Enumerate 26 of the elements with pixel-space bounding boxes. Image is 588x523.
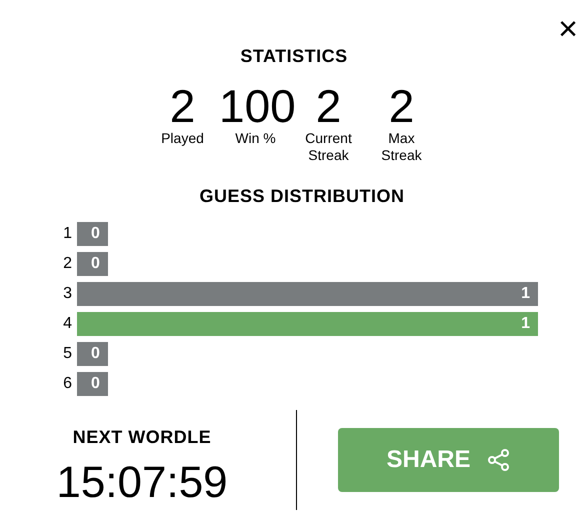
- distribution-bar: 0: [77, 252, 108, 276]
- stat-value: 100: [219, 82, 292, 130]
- next-title: NEXT WORDLE: [72, 426, 212, 450]
- stats-title: STATISTICS: [239, 46, 349, 68]
- guess-number: 2: [62, 254, 73, 274]
- distribution-bar: 0: [77, 372, 108, 396]
- countdown-timer: 15:07:59: [56, 459, 228, 508]
- stat-value: 2: [388, 82, 416, 130]
- share-icon: [486, 448, 510, 472]
- guess-number: 4: [62, 314, 73, 334]
- distribution-bar: 0: [77, 222, 108, 246]
- stat-label: Win %: [234, 130, 277, 147]
- guess-number: 6: [62, 374, 73, 394]
- distribution-bar: 1: [77, 282, 538, 306]
- stat-label: Max Streak: [380, 130, 423, 164]
- stat-value: 2: [168, 82, 196, 130]
- guess-number: 3: [62, 284, 73, 304]
- guess-number: 5: [62, 344, 73, 364]
- distribution-bar: 1: [77, 312, 538, 336]
- stat-label: Current Streak: [304, 130, 353, 164]
- distribution-bar: 0: [77, 342, 108, 366]
- guess-number: 1: [62, 224, 73, 244]
- close-button[interactable]: ×: [554, 12, 582, 46]
- stat-value: 2: [314, 82, 342, 130]
- distribution-title: GUESS DISTRIBUTION: [198, 186, 406, 208]
- stat-label: Played: [160, 130, 205, 147]
